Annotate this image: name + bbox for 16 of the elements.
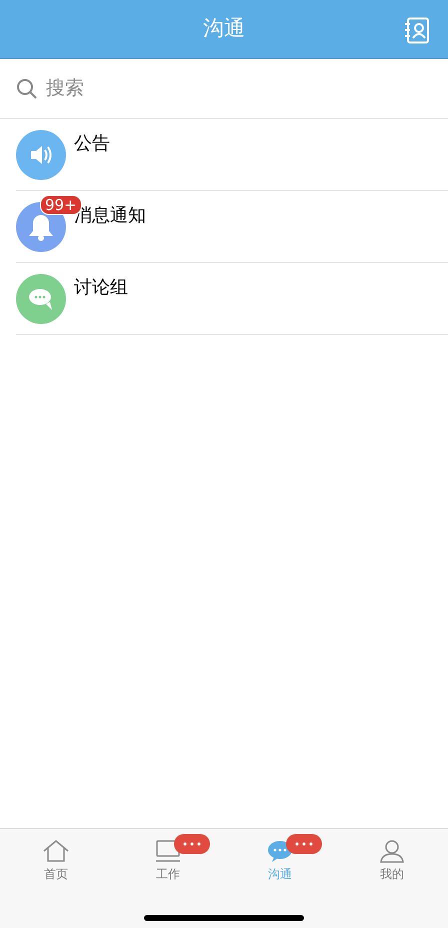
chat-bubbles-icon: [29, 289, 52, 310]
tab-item[interactable]: 我的: [378, 839, 406, 883]
list-item[interactable]: 公告: [16, 119, 448, 191]
address-book-icon: [404, 17, 430, 44]
house-icon: [42, 839, 70, 863]
person-icon: [378, 839, 406, 863]
header-title: 沟通: [203, 15, 245, 42]
tab-item[interactable]: 首页: [42, 839, 70, 883]
contacts-button[interactable]: [404, 17, 430, 44]
item-label: 公告: [74, 132, 110, 156]
list-item[interactable]: 讨论组: [16, 263, 448, 335]
item-label: 讨论组: [74, 276, 128, 300]
bell-icon: [29, 215, 53, 241]
speaker-icon: [31, 146, 52, 164]
search-field[interactable]: 搜索: [46, 74, 432, 103]
search-icon: [16, 78, 38, 100]
